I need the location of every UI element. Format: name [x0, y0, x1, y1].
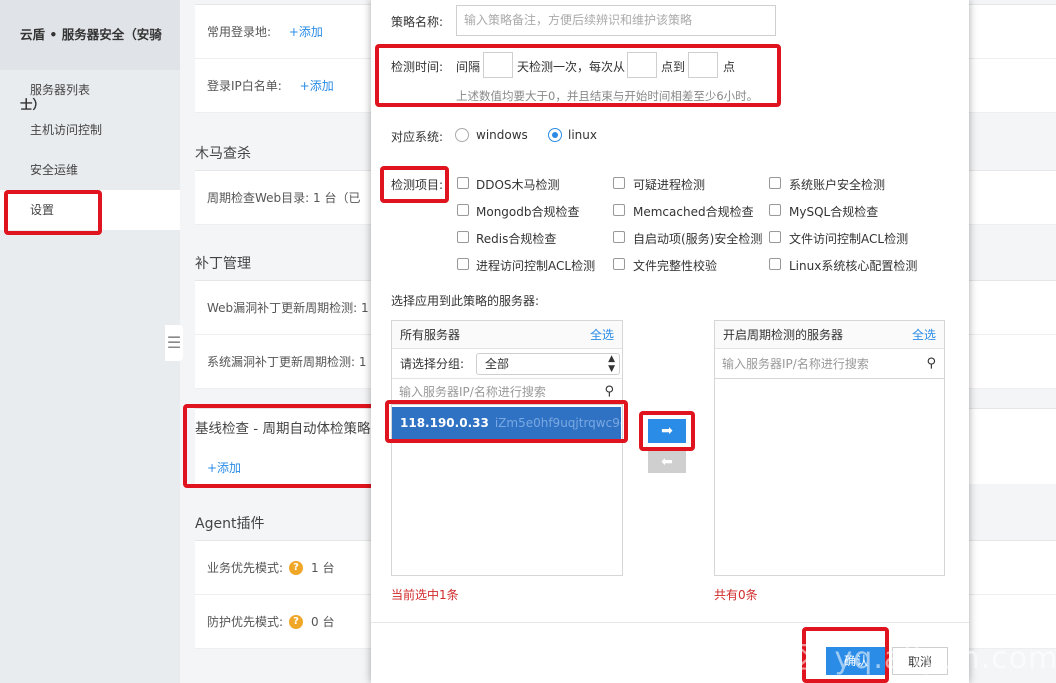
checkbox-linux-core-config[interactable]: [769, 258, 781, 270]
move-left-button[interactable]: ⬅: [648, 451, 686, 473]
protection-priority-value: 0 台: [311, 615, 335, 629]
select-all-right-link[interactable]: 全选: [912, 321, 936, 349]
checkbox-account-security[interactable]: [769, 177, 781, 189]
all-servers-header: 所有服务器 全选: [392, 321, 622, 349]
select-servers-label: 选择应用到此策略的服务器:: [391, 294, 540, 308]
enabled-servers-header: 开启周期检测的服务器 全选: [715, 321, 944, 349]
add-ip-whitelist-link[interactable]: +添加: [300, 79, 334, 93]
checkbox-redis-label: Redis合规检查: [476, 232, 557, 246]
checkbox-redis[interactable]: [457, 231, 469, 243]
checkbox-file-acl-label: 文件访问控制ACL检测: [789, 232, 909, 246]
checkbox-memcached-label: Memcached合规检查: [633, 205, 754, 219]
checkbox-mongodb-label: Mongodb合规检查: [476, 205, 580, 219]
checkbox-ddos[interactable]: [457, 177, 469, 189]
right-search-input[interactable]: 输入服务器IP/名称进行搜索 ⚲: [715, 349, 944, 379]
checkbox-suspicious-process-label: 可疑进程检测: [633, 178, 706, 192]
radio-linux[interactable]: [548, 128, 562, 142]
all-servers-title: 所有服务器: [400, 328, 461, 342]
checkbox-mysql[interactable]: [769, 204, 781, 216]
right-search-placeholder: 输入服务器IP/名称进行搜索: [722, 357, 869, 371]
right-total-count: 共有0条: [714, 588, 758, 602]
radio-windows-label: windows: [476, 128, 528, 142]
checkbox-suspicious-process[interactable]: [613, 177, 625, 189]
select-arrows-icon: ▲ ▼: [608, 354, 615, 374]
all-servers-box: 所有服务器 全选 请选择分组: 全部 ▲ ▼ 输入服务器IP/名称进行搜索 ⚲ 1…: [391, 320, 623, 576]
checkbox-linux-core-config-label: Linux系统核心配置检测: [789, 259, 918, 273]
group-select-value: 全部: [485, 357, 510, 371]
group-label: 请选择分组:: [400, 357, 465, 371]
checkbox-autostart-label: 自启动项(服务)安全检测: [633, 232, 763, 246]
patch-section-title: 补丁管理: [195, 256, 251, 272]
policy-name-label: 策略名称:: [391, 15, 444, 29]
checkbox-mysql-label: MySQL合规检查: [789, 205, 879, 219]
help-icon[interactable]: ?: [289, 560, 304, 575]
radio-windows[interactable]: [455, 128, 469, 142]
collapse-sidebar-icon[interactable]: ☰: [165, 325, 183, 361]
help-icon[interactable]: ?: [289, 614, 304, 629]
checkbox-ddos-label: DDOS木马检测: [476, 178, 560, 192]
select-all-left-link[interactable]: 全选: [590, 321, 614, 349]
highlight-baseline-add: [183, 404, 376, 488]
business-priority-value: 1 台: [311, 561, 335, 575]
watermark: 云栖社区 yq.aliyun.com: [700, 641, 1056, 676]
enabled-servers-box: 开启周期检测的服务器 全选 输入服务器IP/名称进行搜索 ⚲: [714, 320, 945, 576]
policy-name-input[interactable]: 输入策略备注，方便后续辨识和维护该策略: [456, 5, 776, 36]
brand-title: 云盾 • 服务器安全（安骑士）: [0, 0, 180, 112]
add-common-login-link[interactable]: +添加: [289, 25, 323, 39]
agent-section-title: Agent插件: [195, 516, 265, 532]
business-priority-label: 业务优先模式:: [207, 561, 284, 575]
left-search-placeholder: 输入服务器IP/名称进行搜索: [399, 385, 546, 399]
checkbox-memcached[interactable]: [613, 204, 625, 216]
highlight-check-time: [375, 44, 781, 107]
os-label: 对应系统:: [391, 130, 444, 144]
radio-linux-label: linux: [568, 128, 597, 142]
checkbox-file-integrity[interactable]: [613, 258, 625, 270]
checkbox-mongodb[interactable]: [457, 204, 469, 216]
protection-priority-label: 防护优先模式:: [207, 615, 284, 629]
checkbox-autostart[interactable]: [613, 231, 625, 243]
enabled-servers-title: 开启周期检测的服务器: [723, 328, 844, 342]
search-icon[interactable]: ⚲: [926, 349, 936, 379]
arrow-left-icon: ⬅: [661, 454, 673, 470]
left-selected-count: 当前选中1条: [391, 588, 459, 602]
group-select-row: 请选择分组: 全部 ▲ ▼: [392, 349, 622, 379]
checkbox-file-acl[interactable]: [769, 231, 781, 243]
sidebar-item-security-ops[interactable]: 安全运维: [0, 150, 180, 190]
ip-whitelist-label: 登录IP白名单:: [207, 79, 282, 93]
checkbox-process-acl-label: 进程访问控制ACL检测: [476, 259, 596, 273]
trojan-section-title: 木马查杀: [195, 146, 251, 162]
checkbox-file-integrity-label: 文件完整性校验: [633, 259, 718, 273]
highlight-check-items: [380, 166, 449, 203]
highlight-settings: [4, 190, 102, 235]
sidebar: 云盾 • 服务器安全（安骑士） 服务器列表 主机访问控制 安全运维 设置: [0, 0, 180, 683]
common-login-label: 常用登录地:: [207, 25, 272, 39]
highlight-move-right: [639, 411, 695, 451]
checkbox-process-acl[interactable]: [457, 258, 469, 270]
group-select[interactable]: 全部 ▲ ▼: [476, 353, 620, 375]
highlight-server-item: [385, 400, 628, 443]
checkbox-account-security-label: 系统账户安全检测: [789, 178, 886, 192]
